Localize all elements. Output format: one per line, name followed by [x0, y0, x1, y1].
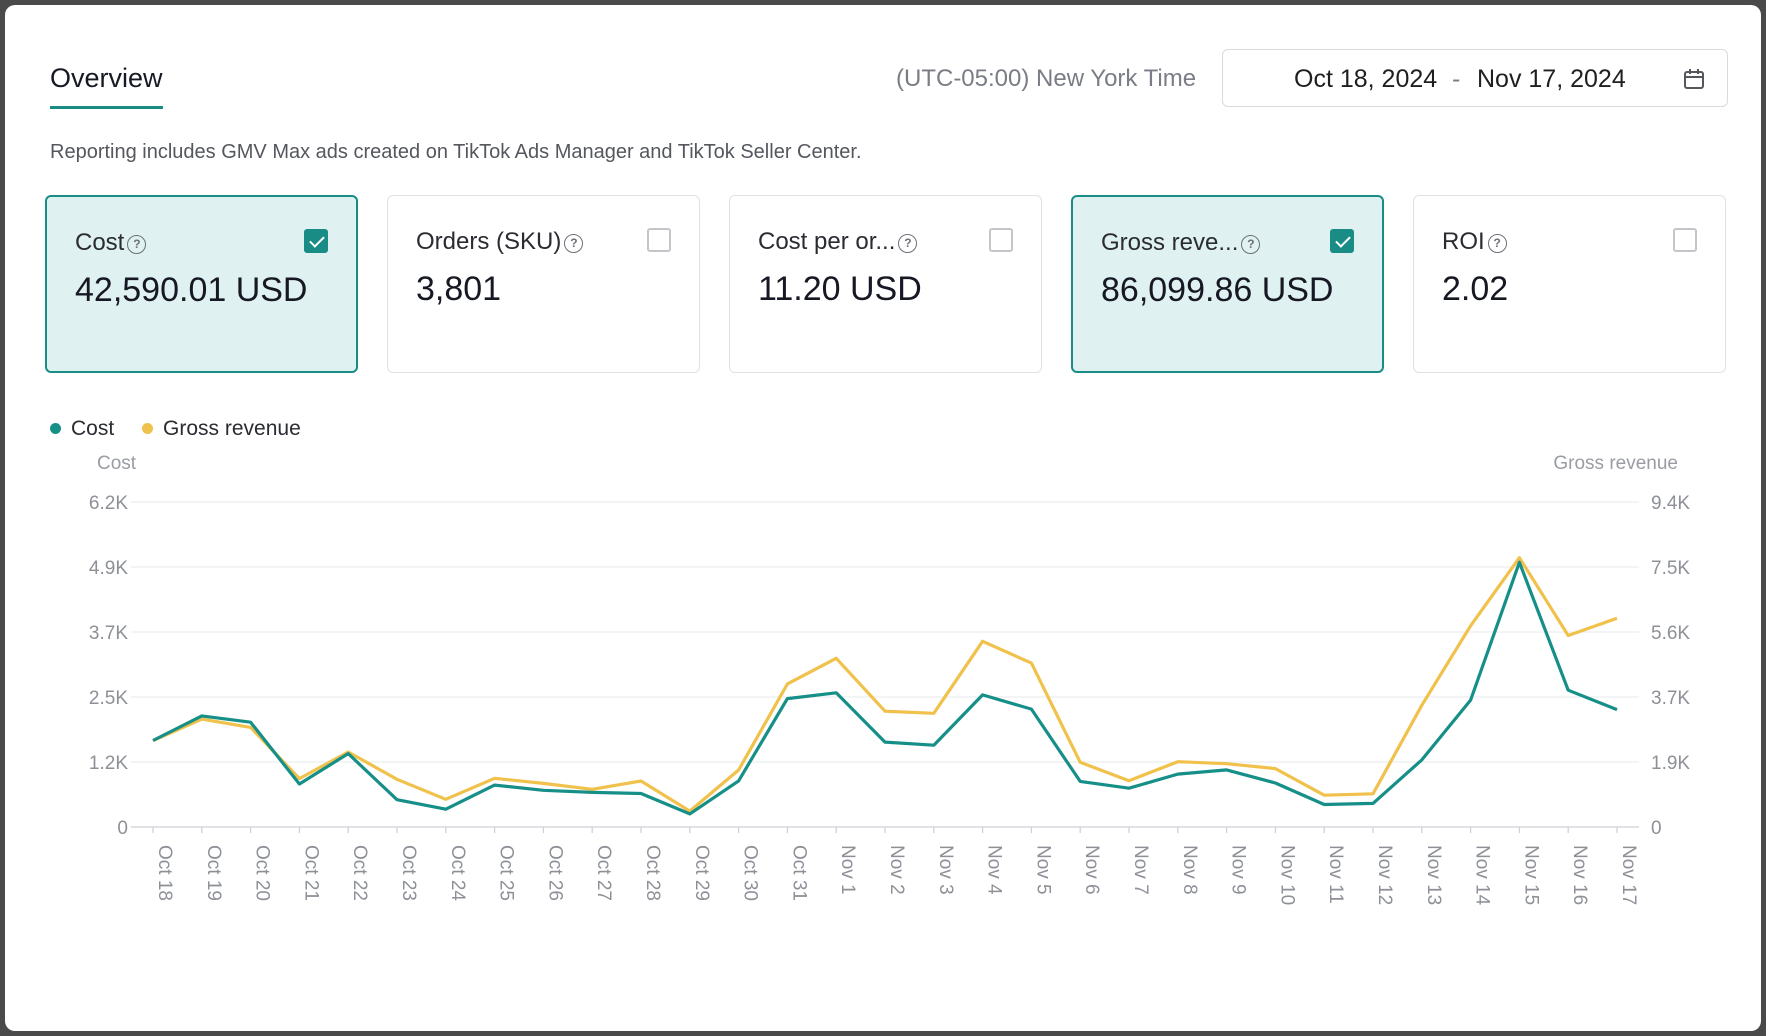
x-tick-label: Oct 24: [447, 845, 468, 901]
x-tick-label: Nov 3: [935, 845, 956, 895]
y-right-tick-label: 1.9K: [1651, 753, 1690, 774]
x-tick-label: Oct 27: [593, 845, 614, 901]
cost-revenue-line-chart: Cost Gross revenue 0 0 1.2K 1.9K 2.5K 3.7K 3.7K 5…: [89, 453, 1691, 906]
y-right-tick-label: 7.5K: [1651, 558, 1690, 579]
y-left-tick-label: 2.5K: [89, 688, 128, 709]
y-right-tick-label: 3.7K: [1651, 688, 1690, 709]
y-right-tick-label: 0: [1651, 818, 1662, 839]
x-tick-label: Oct 30: [740, 845, 761, 901]
x-tick-label: Oct 18: [154, 845, 175, 901]
x-tick-label: Nov 12: [1374, 845, 1395, 905]
x-tick-label: Nov 1: [837, 845, 858, 895]
y-left-axis-title: Cost: [97, 453, 137, 474]
x-tick-label: Nov 5: [1032, 845, 1053, 895]
x-tick-label: Oct 29: [691, 845, 712, 901]
x-tick-label: Nov 16: [1569, 845, 1590, 905]
y-left-tick-label: 1.2K: [89, 753, 128, 774]
x-tick-label: Nov 14: [1472, 845, 1493, 906]
x-tick-label: Nov 9: [1228, 845, 1249, 895]
x-tick-label: Nov 15: [1520, 845, 1541, 905]
x-tick-label: Nov 17: [1618, 845, 1639, 905]
y-left-tick-label: 0: [117, 818, 128, 839]
series-line-gross-revenue: [152, 556, 1618, 813]
y-left-tick-label: 3.7K: [89, 623, 128, 644]
y-right-axis-title: Gross revenue: [1553, 453, 1678, 474]
y-right-tick-label: 9.4K: [1651, 493, 1690, 514]
x-tick-label: Nov 10: [1276, 845, 1297, 905]
x-tick-label: Nov 4: [984, 845, 1005, 895]
x-tick-label: Nov 13: [1423, 845, 1444, 905]
x-tick-label: Oct 19: [203, 845, 224, 901]
overview-panel: Overview (UTC-05:00) New York Time Oct 1…: [5, 5, 1761, 1031]
y-right-tick-label: 5.6K: [1651, 623, 1690, 644]
x-tick-label: Nov 11: [1325, 845, 1346, 904]
y-left-tick-label: 6.2K: [89, 493, 128, 514]
x-tick-label: Oct 21: [300, 845, 321, 901]
x-tick-label: Oct 28: [642, 845, 663, 901]
x-tick-label: Oct 26: [544, 845, 565, 901]
x-tick-label: Nov 2: [886, 845, 907, 895]
series-line-cost: [152, 560, 1618, 816]
x-tick-label: Oct 20: [252, 845, 273, 901]
x-tick-label: Nov 6: [1081, 845, 1102, 895]
y-left-tick-label: 4.9K: [89, 558, 128, 579]
x-tick-label: Oct 25: [496, 845, 517, 901]
x-tick-label: Nov 8: [1179, 845, 1200, 895]
x-tick-label: Nov 7: [1130, 845, 1151, 895]
x-tick-label: Oct 31: [788, 845, 809, 901]
x-tick-label: Oct 23: [398, 845, 419, 901]
x-tick-label: Oct 22: [349, 845, 370, 901]
